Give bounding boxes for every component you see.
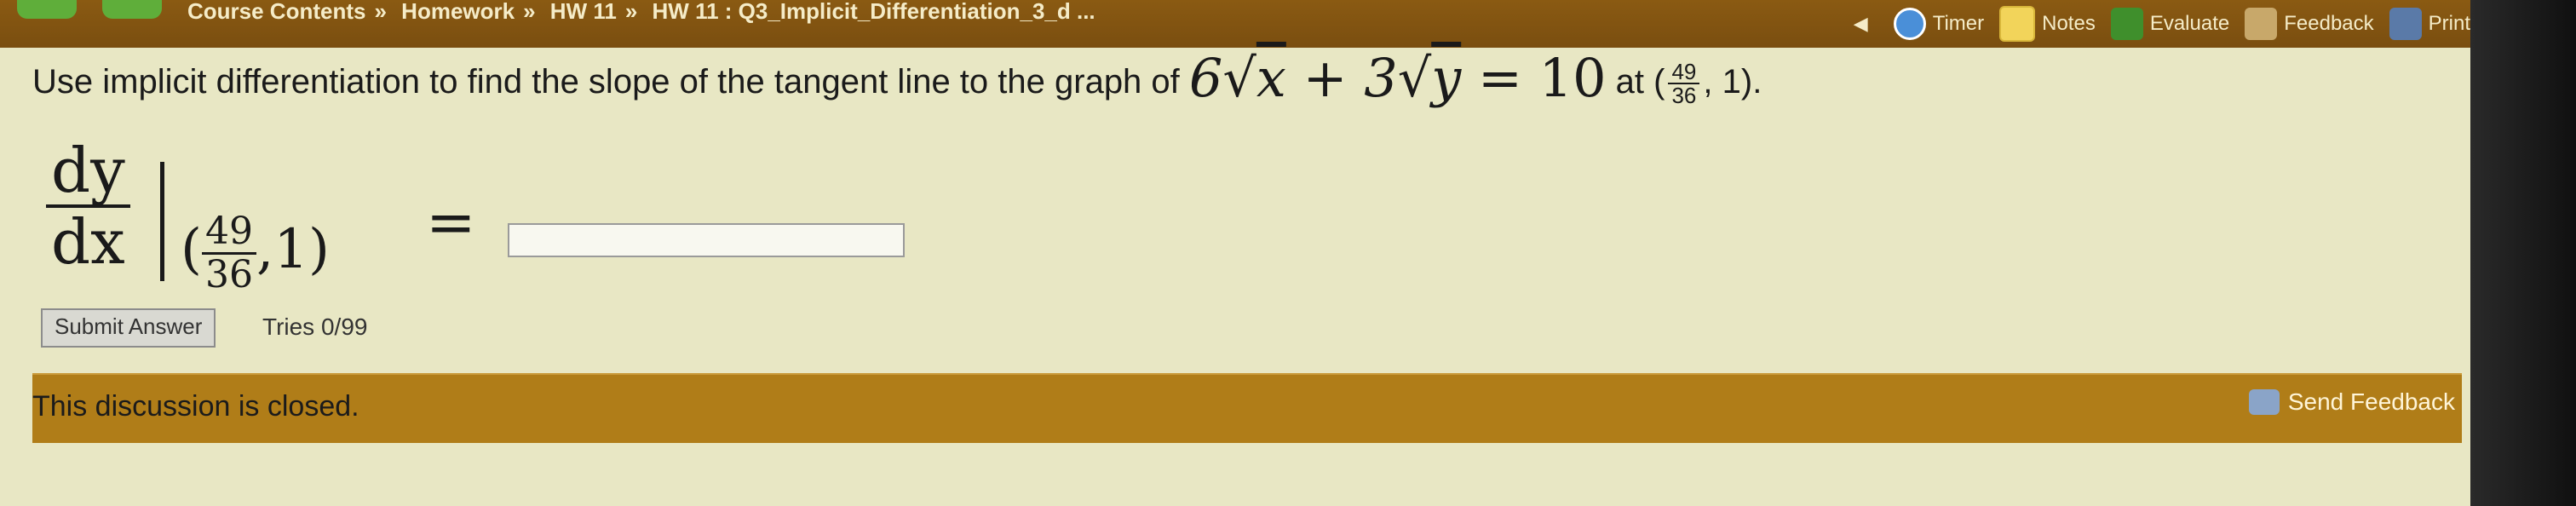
- feedback-button[interactable]: Feedback: [2245, 8, 2374, 40]
- discussion-closed-text: This discussion is closed.: [32, 390, 359, 423]
- back-arrow-icon[interactable]: [17, 0, 77, 19]
- discussion-banner: This discussion is closed. Send Feedback: [32, 373, 2462, 443]
- dy-dx-fraction: dy dx: [46, 136, 130, 276]
- notes-icon: [1999, 6, 2036, 42]
- derivative-expression: dy dx (49 36,1): [46, 136, 330, 296]
- answer-input[interactable]: [508, 223, 905, 257]
- question-prompt: Use implicit differentiation to find the…: [32, 63, 1180, 101]
- forward-arrow-icon[interactable]: [102, 0, 162, 19]
- feedback-bubble-icon: [2248, 389, 2280, 415]
- screen-edge: [2470, 0, 2576, 506]
- collapse-triangle-icon[interactable]: ◀: [1854, 13, 1868, 35]
- toolbar: ◀ Timer Notes Evaluate Feedback Print: [1854, 3, 2470, 44]
- breadcrumb-homework[interactable]: Homework: [401, 0, 515, 24]
- breadcrumb-hw11[interactable]: HW 11: [550, 0, 617, 24]
- feedback-icon: [2245, 8, 2278, 40]
- evaluate-button[interactable]: Evaluate: [2110, 8, 2229, 40]
- notes-button[interactable]: Notes: [1999, 6, 2096, 42]
- print-button[interactable]: Print: [2389, 8, 2470, 40]
- print-icon: [2389, 8, 2422, 40]
- evaluation-point: (49 36,1): [181, 210, 330, 296]
- timer-icon: [1893, 8, 1926, 40]
- question-text: Use implicit differentiation to find the…: [32, 51, 1762, 109]
- submit-answer-button[interactable]: Submit Answer: [41, 308, 216, 348]
- timer-button[interactable]: Timer: [1893, 8, 1984, 40]
- evaluate-icon: [2110, 8, 2143, 40]
- equals-sign: =: [426, 187, 476, 257]
- breadcrumb: Course Contents» Homework» HW 11» HW 11 …: [187, 0, 1095, 24]
- evaluation-bar: [160, 162, 164, 281]
- tries-counter: Tries 0/99: [262, 313, 368, 340]
- question-equation: 6√x + 3√y = 10: [1188, 47, 1607, 109]
- breadcrumb-current: HW 11 : Q3_Implicit_Differentiation_3_d …: [652, 0, 1095, 24]
- top-navigation-bar: Course Contents» Homework» HW 11» HW 11 …: [0, 0, 2470, 48]
- send-feedback-link[interactable]: Send Feedback: [2248, 388, 2455, 416]
- at-word: at: [1615, 63, 1645, 101]
- question-point: (49 36, 1).: [1653, 59, 1762, 109]
- breadcrumb-course-contents[interactable]: Course Contents: [187, 0, 365, 24]
